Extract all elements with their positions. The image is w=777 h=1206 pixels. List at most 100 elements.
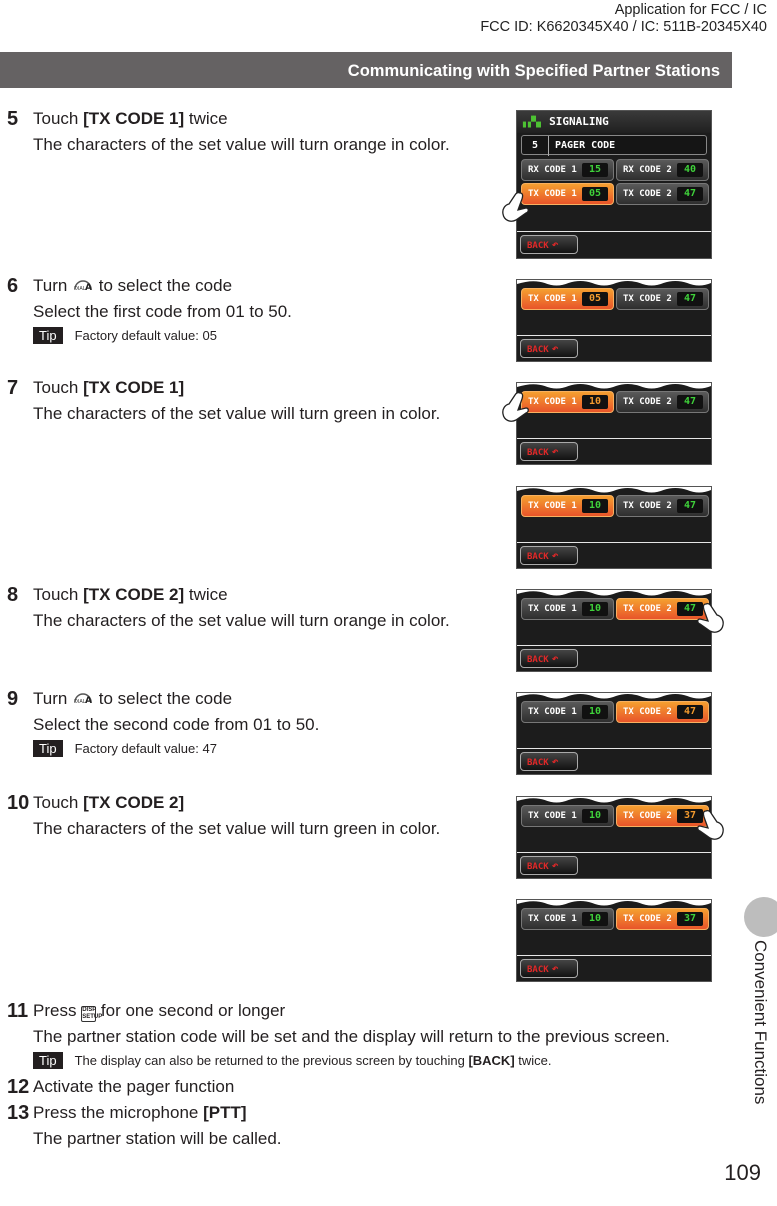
tx-code-1-value: 10 — [582, 809, 608, 823]
tx-code-screen: TX CODE 1 10 TX CODE 2 47 BACK ↶ — [516, 382, 712, 465]
tx-code-1-value: 10 — [582, 912, 608, 926]
touch-hand-icon — [697, 602, 724, 633]
step-number: 6 — [7, 275, 19, 297]
tx-code-2-button[interactable]: TX CODE 2 37 — [616, 908, 709, 930]
back-button[interactable]: BACK ↶ — [520, 546, 578, 565]
tip: Tip The display can also be returned to t… — [33, 1052, 753, 1070]
tip-badge: Tip — [33, 740, 63, 757]
tx-code-1-button[interactable]: TX CODE 1 05 — [521, 288, 614, 310]
divider — [517, 231, 711, 232]
step-body: The characters of the set value will tur… — [33, 611, 450, 630]
tx-code-1-button[interactable]: TX CODE 1 10 — [521, 908, 614, 930]
screen-title-bar: ▖▞▚▖ SIGNALING — [517, 111, 711, 133]
step-body: Select the first code from 01 to 50. — [33, 302, 292, 321]
touch-hand-icon — [697, 809, 724, 840]
back-button[interactable]: BACK ↶ — [520, 442, 578, 461]
torn-edge — [517, 900, 711, 906]
tx-code-screen: TX CODE 1 10 TX CODE 2 37 BACK ↶ — [516, 899, 712, 982]
key-label: [PTT] — [203, 1103, 247, 1122]
step-body: The characters of the set value will tur… — [33, 135, 450, 154]
back-button[interactable]: BACK ↶ — [520, 235, 578, 254]
tip-badge: Tip — [33, 327, 63, 344]
tx-code-1-value: 05 — [582, 292, 608, 306]
svg-text:DIAL: DIAL — [74, 286, 86, 292]
svg-text:A: A — [85, 696, 92, 706]
tx-code-screen: TX CODE 1 05 TX CODE 2 47 BACK ↶ — [516, 279, 712, 362]
tx-code-2-value: 47 — [677, 292, 703, 306]
step-number: 5 — [7, 108, 19, 130]
tx-code-screen: TX CODE 1 10 TX CODE 2 37 BACK ↶ — [516, 796, 712, 879]
step-number: 9 — [7, 688, 19, 710]
tx-code-2-button[interactable]: TX CODE 2 47 — [616, 495, 709, 517]
divider — [517, 955, 711, 956]
disp-key-icon: DISP SETUP — [81, 1006, 103, 1022]
step-number: 13 — [7, 1102, 30, 1124]
divider — [517, 438, 711, 439]
return-arrow-icon: ↶ — [551, 962, 559, 975]
return-arrow-icon: ↶ — [551, 342, 559, 355]
return-arrow-icon: ↶ — [551, 755, 559, 768]
tx-code-2-value: 37 — [677, 912, 703, 926]
tx-code-1-button[interactable]: TX CODE 1 10 — [521, 598, 614, 620]
tx-code-2-value: 47 — [677, 499, 703, 513]
divider — [517, 645, 711, 646]
svg-text:DIAL: DIAL — [74, 699, 86, 705]
back-button[interactable]: BACK ↶ — [520, 339, 578, 358]
fcc-line-1: Application for FCC / IC — [614, 2, 767, 18]
tx-code-2-value: 47 — [677, 187, 703, 201]
back-button[interactable]: BACK ↶ — [520, 752, 578, 771]
signal-bars-icon: ▖▞▚▖ — [523, 117, 544, 128]
tx-code-1-value: 10 — [582, 705, 608, 719]
divider — [517, 335, 711, 336]
step-number: 12 — [7, 1076, 30, 1098]
torn-edge — [517, 590, 711, 596]
back-button[interactable]: BACK ↶ — [520, 856, 578, 875]
tx-code-2-value: 47 — [677, 705, 703, 719]
tx-code-1-button[interactable]: TX CODE 1 10 — [521, 701, 614, 723]
tx-code-1-value: 05 — [582, 187, 608, 201]
return-arrow-icon: ↶ — [551, 238, 559, 251]
key-label: [TX CODE 1] — [83, 378, 185, 397]
back-button[interactable]: BACK ↶ — [520, 649, 578, 668]
tx-code-2-value: 47 — [677, 395, 703, 409]
step-number: 8 — [7, 584, 19, 606]
chapter-tab — [744, 897, 777, 937]
rx-code-1-value: 15 — [582, 163, 608, 177]
tx-code-2-button[interactable]: TX CODE 2 47 — [616, 391, 709, 413]
tx-code-1-button[interactable]: TX CODE 1 10 — [521, 495, 614, 517]
signaling-screen: ▖▞▚▖ SIGNALING 5 PAGER CODE RX CODE 1 15 RX… — [516, 110, 712, 259]
divider — [517, 542, 711, 543]
key-label: [TX CODE 2] — [83, 585, 185, 604]
torn-edge — [517, 487, 711, 493]
tx-code-screen: TX CODE 1 10 TX CODE 2 47 BACK ↶ — [516, 589, 712, 672]
back-button[interactable]: BACK ↶ — [520, 959, 578, 978]
tx-code-1-button[interactable]: TX CODE 1 10 — [521, 805, 614, 827]
rx-code-2-button[interactable]: RX CODE 2 40 — [616, 159, 709, 181]
tx-code-screen: TX CODE 1 10 TX CODE 2 47 BACK ↶ — [516, 486, 712, 569]
fcc-header: Application for FCC / IC FCC ID: K662034… — [480, 2, 767, 36]
return-arrow-icon: ↶ — [551, 549, 559, 562]
tip-badge: Tip — [33, 1052, 63, 1069]
rx-code-1-button[interactable]: RX CODE 1 15 — [521, 159, 614, 181]
tx-code-1-button[interactable]: TX CODE 1 05 — [521, 183, 614, 205]
step-number: 7 — [7, 377, 19, 399]
tx-code-1-value: 10 — [582, 602, 608, 616]
tx-code-screen: TX CODE 1 10 TX CODE 2 47 BACK ↶ — [516, 692, 712, 775]
tx-code-1-value: 10 — [582, 499, 608, 513]
return-arrow-icon: ↶ — [551, 445, 559, 458]
torn-edge — [517, 797, 711, 803]
dial-a-icon: DIAL A — [74, 693, 92, 706]
tx-code-2-button[interactable]: TX CODE 2 47 — [616, 183, 709, 205]
tx-code-1-button[interactable]: TX CODE 1 10 — [521, 391, 614, 413]
torn-edge — [517, 280, 711, 286]
tx-code-2-button[interactable]: TX CODE 2 47 — [616, 288, 709, 310]
pager-code-row[interactable]: 5 PAGER CODE — [521, 135, 707, 156]
torn-edge — [517, 693, 711, 699]
tx-code-2-button[interactable]: TX CODE 2 47 — [616, 701, 709, 723]
divider — [517, 852, 711, 853]
key-label: [TX CODE 2] — [83, 793, 185, 812]
page-number: 109 — [724, 1160, 761, 1185]
key-label: [TX CODE 1] — [83, 109, 185, 128]
step-body: The characters of the set value will tur… — [33, 404, 441, 423]
step-number: 10 — [7, 792, 30, 814]
